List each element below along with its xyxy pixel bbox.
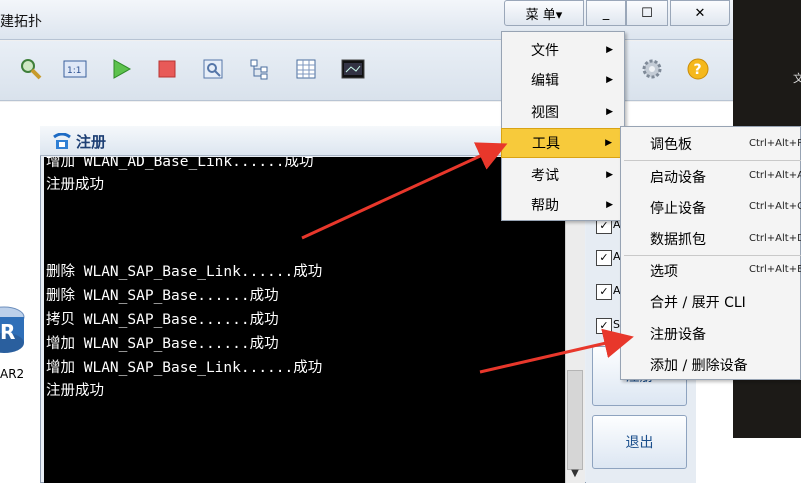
console-line: 删除 WLAN_SAP_Base_Link......成功 xyxy=(46,264,323,280)
shortcut-label: Ctrl+Alt+A xyxy=(749,170,801,181)
svg-text:?: ? xyxy=(694,62,702,78)
menu-item-tools[interactable]: 工具 ▶ xyxy=(501,128,625,158)
desktop-label: 文 xyxy=(793,72,801,85)
submenu-item-merge-cli[interactable]: 合并 / 展开 CLI xyxy=(620,287,801,317)
maximize-button[interactable]: ☐ xyxy=(626,0,668,26)
console-line: 增加 WLAN_SAP_Base......成功 xyxy=(46,336,279,352)
submenu-arrow-icon: ▶ xyxy=(606,107,613,117)
submenu-item-add-remove-device[interactable]: 添加 / 删除设备 xyxy=(620,350,801,380)
submenu-item-register-device[interactable]: 注册设备 xyxy=(620,319,801,349)
search-icon[interactable] xyxy=(18,56,44,82)
submenu-arrow-icon: ▶ xyxy=(606,45,613,55)
menu-item-label: 编辑 xyxy=(531,73,559,89)
option-label: S xyxy=(613,318,620,331)
submenu-arrow-icon: ▶ xyxy=(606,170,613,180)
menu-item-label: 工具 xyxy=(532,136,560,152)
menu-item-file[interactable]: 文件 ▶ xyxy=(501,35,625,65)
close-button[interactable]: ✕ xyxy=(670,0,730,26)
submenu-arrow-icon: ▶ xyxy=(605,138,612,148)
gear-icon[interactable] xyxy=(639,56,665,82)
menu-item-view[interactable]: 视图 ▶ xyxy=(501,97,625,127)
play-icon[interactable] xyxy=(108,56,134,82)
submenu-item-label: 启动设备 xyxy=(650,170,706,186)
submenu-item-label: 调色板 xyxy=(650,137,692,153)
register-icon xyxy=(52,132,72,155)
console-line: 删除 WLAN_SAP_Base......成功 xyxy=(46,288,279,304)
capture-icon[interactable] xyxy=(200,56,226,82)
tree-icon[interactable] xyxy=(246,56,272,82)
scrollbar-thumb[interactable] xyxy=(567,370,583,470)
console-line: 拷贝 WLAN_SAP_Base......成功 xyxy=(46,312,279,328)
window-title: 建拓扑 xyxy=(0,14,42,30)
submenu-item-label: 添加 / 删除设备 xyxy=(650,358,748,374)
register-dialog-title: 注册 xyxy=(76,133,107,151)
menu-item-label: 文件 xyxy=(531,43,559,59)
menu-item-help[interactable]: 帮助 ▶ xyxy=(501,190,625,220)
menu-item-label: 考试 xyxy=(531,168,559,184)
window-controls: 菜 单▾ _ ☐ ✕ xyxy=(504,0,732,26)
topology-icon[interactable]: 1:1 xyxy=(62,56,88,82)
submenu-item-label: 合并 / 展开 CLI xyxy=(650,295,746,311)
shortcut-label: Ctrl+Alt+P xyxy=(749,138,801,149)
menu-separator xyxy=(624,160,801,161)
submenu-item-label: 数据抓包 xyxy=(650,232,706,248)
menu-item-exam[interactable]: 考试 ▶ xyxy=(501,160,625,190)
register-console: 增加 WLAN_AD_Base_Link......成功 注册成功 删除 WLA… xyxy=(44,157,565,483)
shortcut-label: Ctrl+Alt+C xyxy=(749,201,801,212)
submenu-arrow-icon: ▶ xyxy=(606,75,613,85)
router-icon[interactable]: R xyxy=(0,305,26,357)
submenu-item-label: 注册设备 xyxy=(650,327,706,343)
option-checkbox[interactable]: ✓ xyxy=(596,284,612,300)
submenu-item-label: 停止设备 xyxy=(650,201,706,217)
console-line: 增加 WLAN_AD_Base_Link......成功 xyxy=(46,157,314,170)
submenu-item-label: 选项 xyxy=(650,264,678,280)
option-checkbox[interactable]: ✓ xyxy=(596,250,612,266)
scroll-down-icon[interactable]: ▼ xyxy=(567,468,583,482)
help-icon[interactable]: ? xyxy=(685,56,711,82)
shortcut-label: Ctrl+Alt+E xyxy=(749,264,801,275)
stop-icon[interactable] xyxy=(154,56,180,82)
minimize-button[interactable]: _ xyxy=(586,0,626,26)
console-line: 增加 WLAN_SAP_Base_Link......成功 xyxy=(46,360,323,376)
menu-item-label: 视图 xyxy=(531,105,559,121)
table-icon[interactable] xyxy=(293,56,319,82)
menu-item-edit[interactable]: 编辑 ▶ xyxy=(501,65,625,95)
console-line: 注册成功 xyxy=(46,177,104,193)
svg-text:1:1: 1:1 xyxy=(67,66,81,76)
svg-text:R: R xyxy=(0,320,15,344)
router-label: AR2 xyxy=(0,367,25,381)
desktop-blank xyxy=(733,438,801,483)
main-menu-button[interactable]: 菜 单▾ xyxy=(504,0,584,26)
option-checkbox[interactable]: ✓ xyxy=(596,318,612,334)
exit-button[interactable]: 退出 xyxy=(592,415,687,469)
menu-item-label: 帮助 xyxy=(531,198,559,214)
submenu-arrow-icon: ▶ xyxy=(606,200,613,210)
terminal-icon[interactable] xyxy=(340,56,366,82)
console-line: 注册成功 xyxy=(46,383,104,399)
shortcut-label: Ctrl+Alt+D xyxy=(749,233,801,244)
